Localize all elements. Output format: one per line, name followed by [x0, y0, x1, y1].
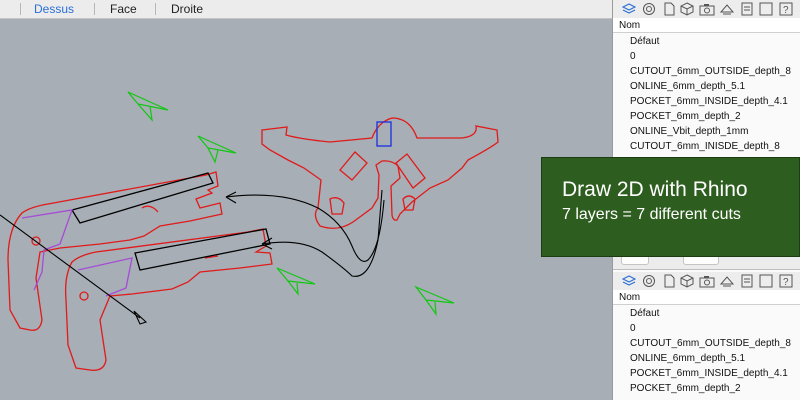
- column-header-name[interactable]: Nom: [613, 18, 800, 33]
- layer-row[interactable]: CUTOUT_6mm_OUTSIDE_depth_8: [613, 336, 800, 351]
- tab-separator: [94, 3, 95, 15]
- help-icon[interactable]: ?: [778, 2, 794, 16]
- handle-online-lower: [77, 257, 133, 297]
- document-icon[interactable]: [661, 274, 677, 288]
- layer-list-top: Défaut 0 CUTOUT_6mm_OUTSIDE_depth_8 ONLI…: [613, 34, 800, 154]
- drawing-canvas[interactable]: [0, 18, 612, 400]
- material-icon[interactable]: [641, 2, 657, 16]
- layers-icon[interactable]: [621, 2, 637, 16]
- material-icon[interactable]: [641, 274, 657, 288]
- plane-symbol: [197, 135, 237, 164]
- panel-icon[interactable]: [758, 2, 774, 16]
- plane-symbol: [127, 91, 169, 122]
- handle-pocket-lower: [134, 228, 271, 271]
- notes-icon[interactable]: [739, 274, 755, 288]
- layer-row[interactable]: CUTOUT_6mm_OUTSIDE_depth_8: [613, 64, 800, 79]
- lights-icon[interactable]: [719, 2, 735, 16]
- sweep-curves: [0, 189, 385, 325]
- layer-row[interactable]: POCKET_6mm_depth_2: [613, 109, 800, 124]
- layer-row[interactable]: POCKET_6mm_INSIDE_depth_4.1: [613, 94, 800, 109]
- layer-row[interactable]: POCKET_6mm_depth_2: [613, 381, 800, 396]
- layer-row[interactable]: Défaut: [613, 306, 800, 321]
- svg-text:?: ?: [783, 277, 789, 288]
- banner-subtitle: 7 layers = 7 different cuts: [562, 206, 741, 223]
- tab-dessus[interactable]: Dessus: [34, 2, 74, 16]
- layer-row[interactable]: POCKET_6mm_INSIDE_depth_4.1: [613, 366, 800, 381]
- view-tabs: Dessus Face Droite: [0, 0, 612, 19]
- layer-row[interactable]: 0: [613, 321, 800, 336]
- handle-part-upper: [7, 171, 223, 331]
- camera-icon[interactable]: [699, 274, 715, 288]
- handle-pocket-upper: [70, 172, 214, 224]
- notes-icon[interactable]: [739, 2, 755, 16]
- document-icon[interactable]: [661, 2, 677, 16]
- column-header-name[interactable]: Nom: [613, 290, 800, 305]
- tab-face[interactable]: Face: [110, 2, 137, 16]
- panel-icon[interactable]: [758, 274, 774, 288]
- panel-toolbar: ?: [613, 0, 800, 19]
- cube-icon[interactable]: [679, 274, 695, 288]
- layer-row[interactable]: ONLINE_6mm_depth_5.1: [613, 351, 800, 366]
- camera-icon[interactable]: [699, 2, 715, 16]
- svg-text:?: ?: [783, 5, 789, 16]
- layer-row[interactable]: 0: [613, 49, 800, 64]
- plane-symbol: [414, 285, 455, 317]
- layer-row[interactable]: ONLINE_6mm_depth_5.1: [613, 79, 800, 94]
- tab-separator: [155, 3, 156, 15]
- panel-toolbar-secondary: ?: [613, 272, 800, 291]
- plane-symbol: [276, 267, 316, 297]
- layer-list-bottom: Défaut 0 CUTOUT_6mm_OUTSIDE_depth_8 ONLI…: [613, 306, 800, 396]
- tab-separator: [20, 3, 21, 15]
- cube-icon[interactable]: [679, 2, 695, 16]
- help-icon[interactable]: ?: [778, 274, 794, 288]
- viewport-top[interactable]: Dessus Face Droite: [0, 0, 612, 400]
- layers-icon[interactable]: [621, 274, 637, 288]
- layer-row[interactable]: CUTOUT_6mm_INISDE_depth_8: [613, 139, 800, 154]
- tab-droite[interactable]: Droite: [171, 2, 203, 16]
- layer-row[interactable]: ONLINE_Vbit_depth_1mm: [613, 124, 800, 139]
- lights-icon[interactable]: [719, 274, 735, 288]
- layer-row[interactable]: Défaut: [613, 34, 800, 49]
- caption-banner: Draw 2D with Rhino 7 layers = 7 differen…: [541, 157, 800, 257]
- banner-title: Draw 2D with Rhino: [562, 178, 748, 201]
